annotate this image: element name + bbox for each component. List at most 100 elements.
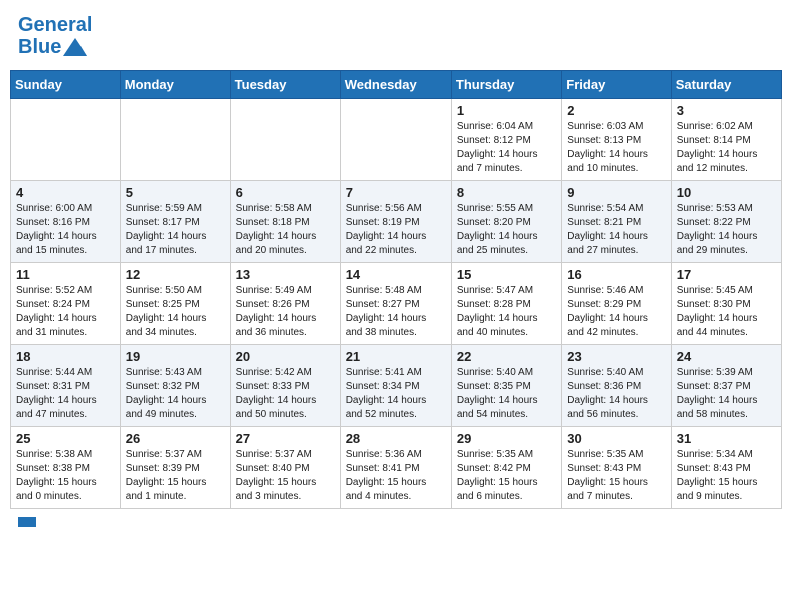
day-info: Sunrise: 5:43 AM Sunset: 8:32 PM Dayligh…: [126, 366, 225, 422]
day-info: Sunrise: 5:44 AM Sunset: 8:31 PM Dayligh…: [16, 366, 115, 422]
calendar-cell: 14 Sunrise: 5:48 AM Sunset: 8:27 PM Dayli…: [340, 263, 451, 345]
logo-text: General: [18, 14, 92, 36]
day-info: Sunrise: 5:55 AM Sunset: 8:20 PM Dayligh…: [457, 202, 556, 258]
day-info: Sunrise: 6:00 AM Sunset: 8:16 PM Dayligh…: [16, 202, 115, 258]
calendar-week-3: 11 Sunrise: 5:52 AM Sunset: 8:24 PM Dayli…: [11, 263, 782, 345]
calendar-cell: 18 Sunrise: 5:44 AM Sunset: 8:31 PM Dayli…: [11, 345, 121, 427]
calendar-week-4: 18 Sunrise: 5:44 AM Sunset: 8:31 PM Dayli…: [11, 345, 782, 427]
day-number: 8: [457, 185, 556, 200]
day-info: Sunrise: 5:38 AM Sunset: 8:38 PM Dayligh…: [16, 448, 115, 504]
calendar-cell: 10Sunrise: 5:53 AM Sunset: 8:22 PM Dayli…: [671, 181, 781, 263]
calendar-cell: [230, 99, 340, 181]
day-number: 18: [16, 349, 115, 364]
day-info: Sunrise: 5:35 AM Sunset: 8:43 PM Dayligh…: [567, 448, 665, 504]
calendar-cell: 6 Sunrise: 5:58 AM Sunset: 8:18 PM Daylig…: [230, 181, 340, 263]
calendar-cell: 19 Sunrise: 5:43 AM Sunset: 8:32 PM Dayli…: [120, 345, 230, 427]
calendar-cell: 22 Sunrise: 5:40 AM Sunset: 8:35 PM Dayli…: [451, 345, 561, 427]
calendar-cell: 31 Sunrise: 5:34 AM Sunset: 8:43 PM Dayli…: [671, 427, 781, 509]
calendar-cell: 11 Sunrise: 5:52 AM Sunset: 8:24 PM Dayli…: [11, 263, 121, 345]
day-header-sunday: Sunday: [11, 71, 121, 99]
day-info: Sunrise: 5:56 AM Sunset: 8:19 PM Dayligh…: [346, 202, 446, 258]
day-info: Sunrise: 5:59 AM Sunset: 8:17 PM Dayligh…: [126, 202, 225, 258]
calendar-cell: 25Sunrise: 5:38 AM Sunset: 8:38 PM Dayli…: [11, 427, 121, 509]
day-number: 29: [457, 431, 556, 446]
day-info: Sunrise: 6:04 AM Sunset: 8:12 PM Dayligh…: [457, 120, 556, 176]
calendar-cell: 20 Sunrise: 5:42 AM Sunset: 8:33 PM Dayli…: [230, 345, 340, 427]
logo: General Blue: [18, 14, 92, 58]
calendar-table: SundayMondayTuesdayWednesdayThursdayFrid…: [10, 70, 782, 509]
day-info: Sunrise: 5:36 AM Sunset: 8:41 PM Dayligh…: [346, 448, 446, 504]
day-info: Sunrise: 5:46 AM Sunset: 8:29 PM Dayligh…: [567, 284, 665, 340]
calendar-cell: 27 Sunrise: 5:37 AM Sunset: 8:40 PM Dayli…: [230, 427, 340, 509]
day-number: 5: [126, 185, 225, 200]
day-number: 14: [346, 267, 446, 282]
day-number: 22: [457, 349, 556, 364]
logo-subtext: Blue: [18, 36, 92, 58]
day-info: Sunrise: 5:42 AM Sunset: 8:33 PM Dayligh…: [236, 366, 335, 422]
day-info: Sunrise: 5:53 AM Sunset: 8:22 PM Dayligh…: [677, 202, 776, 258]
day-number: 13: [236, 267, 335, 282]
calendar-cell: 4 Sunrise: 6:00 AM Sunset: 8:16 PM Daylig…: [11, 181, 121, 263]
calendar-cell: 16 Sunrise: 5:46 AM Sunset: 8:29 PM Dayli…: [562, 263, 671, 345]
calendar-cell: [120, 99, 230, 181]
calendar-cell: 23 Sunrise: 5:40 AM Sunset: 8:36 PM Dayli…: [562, 345, 671, 427]
day-info: Sunrise: 5:40 AM Sunset: 8:36 PM Dayligh…: [567, 366, 665, 422]
day-info: Sunrise: 6:03 AM Sunset: 8:13 PM Dayligh…: [567, 120, 665, 176]
day-number: 17: [677, 267, 776, 282]
day-header-wednesday: Wednesday: [340, 71, 451, 99]
calendar-cell: 17Sunrise: 5:45 AM Sunset: 8:30 PM Dayli…: [671, 263, 781, 345]
day-info: Sunrise: 5:41 AM Sunset: 8:34 PM Dayligh…: [346, 366, 446, 422]
day-info: Sunrise: 5:48 AM Sunset: 8:27 PM Dayligh…: [346, 284, 446, 340]
day-info: Sunrise: 5:39 AM Sunset: 8:37 PM Dayligh…: [677, 366, 776, 422]
day-number: 3: [677, 103, 776, 118]
day-number: 15: [457, 267, 556, 282]
day-number: 6: [236, 185, 335, 200]
day-number: 4: [16, 185, 115, 200]
calendar-cell: 1 Sunrise: 6:04 AM Sunset: 8:12 PM Daylig…: [451, 99, 561, 181]
day-header-saturday: Saturday: [671, 71, 781, 99]
footer: [10, 515, 782, 529]
day-header-thursday: Thursday: [451, 71, 561, 99]
day-number: 28: [346, 431, 446, 446]
day-number: 27: [236, 431, 335, 446]
day-number: 9: [567, 185, 665, 200]
calendar-cell: 7Sunrise: 5:56 AM Sunset: 8:19 PM Daylig…: [340, 181, 451, 263]
day-info: Sunrise: 5:40 AM Sunset: 8:35 PM Dayligh…: [457, 366, 556, 422]
day-number: 16: [567, 267, 665, 282]
header: General Blue: [10, 10, 782, 62]
calendar-cell: 21Sunrise: 5:41 AM Sunset: 8:34 PM Dayli…: [340, 345, 451, 427]
calendar-week-5: 25Sunrise: 5:38 AM Sunset: 8:38 PM Dayli…: [11, 427, 782, 509]
calendar-cell: 28 Sunrise: 5:36 AM Sunset: 8:41 PM Dayli…: [340, 427, 451, 509]
day-info: Sunrise: 5:54 AM Sunset: 8:21 PM Dayligh…: [567, 202, 665, 258]
day-info: Sunrise: 5:50 AM Sunset: 8:25 PM Dayligh…: [126, 284, 225, 340]
calendar-cell: 26Sunrise: 5:37 AM Sunset: 8:39 PM Dayli…: [120, 427, 230, 509]
calendar-cell: 9 Sunrise: 5:54 AM Sunset: 8:21 PM Daylig…: [562, 181, 671, 263]
daylight-bar: [18, 517, 36, 527]
day-number: 1: [457, 103, 556, 118]
day-info: Sunrise: 5:37 AM Sunset: 8:39 PM Dayligh…: [126, 448, 225, 504]
day-number: 19: [126, 349, 225, 364]
day-number: 30: [567, 431, 665, 446]
day-number: 12: [126, 267, 225, 282]
day-header-friday: Friday: [562, 71, 671, 99]
day-number: 20: [236, 349, 335, 364]
calendar-cell: 15Sunrise: 5:47 AM Sunset: 8:28 PM Dayli…: [451, 263, 561, 345]
logo-icon: [63, 38, 87, 56]
calendar-week-2: 4 Sunrise: 6:00 AM Sunset: 8:16 PM Daylig…: [11, 181, 782, 263]
day-number: 11: [16, 267, 115, 282]
day-info: Sunrise: 5:34 AM Sunset: 8:43 PM Dayligh…: [677, 448, 776, 504]
day-number: 31: [677, 431, 776, 446]
day-info: Sunrise: 5:58 AM Sunset: 8:18 PM Dayligh…: [236, 202, 335, 258]
calendar-cell: 8 Sunrise: 5:55 AM Sunset: 8:20 PM Daylig…: [451, 181, 561, 263]
calendar-cell: 13Sunrise: 5:49 AM Sunset: 8:26 PM Dayli…: [230, 263, 340, 345]
day-info: Sunrise: 5:37 AM Sunset: 8:40 PM Dayligh…: [236, 448, 335, 504]
day-info: Sunrise: 5:52 AM Sunset: 8:24 PM Dayligh…: [16, 284, 115, 340]
calendar-cell: 30 Sunrise: 5:35 AM Sunset: 8:43 PM Dayli…: [562, 427, 671, 509]
calendar-cell: 2Sunrise: 6:03 AM Sunset: 8:13 PM Daylig…: [562, 99, 671, 181]
day-info: Sunrise: 5:35 AM Sunset: 8:42 PM Dayligh…: [457, 448, 556, 504]
day-info: Sunrise: 6:02 AM Sunset: 8:14 PM Dayligh…: [677, 120, 776, 176]
calendar-week-1: 1 Sunrise: 6:04 AM Sunset: 8:12 PM Daylig…: [11, 99, 782, 181]
day-number: 23: [567, 349, 665, 364]
calendar-cell: [11, 99, 121, 181]
calendar-cell: [340, 99, 451, 181]
